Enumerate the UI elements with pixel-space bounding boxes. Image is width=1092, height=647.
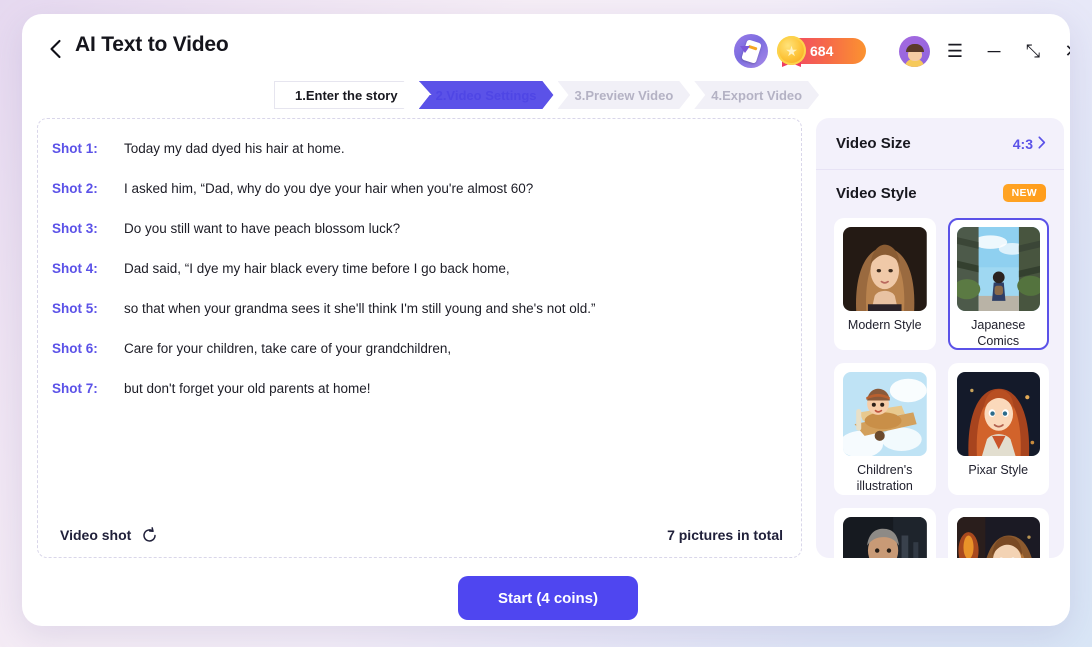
shot-text: Today my dad dyed his hair at home. [124, 140, 345, 156]
coin-count: 684 [810, 43, 834, 59]
shot-row[interactable]: Shot 2: I asked him, “Dad, why do you dye… [52, 177, 789, 199]
story-panel-footer: Video shot 7 pictures in total [38, 513, 801, 557]
step-tab-label: 1.Enter the story [295, 87, 398, 103]
step-tab-label: 2.Video Settings [435, 87, 537, 103]
style-thumbnail [956, 517, 1040, 558]
video-size-label: Video Size [836, 135, 911, 152]
style-thumbnail [843, 372, 927, 456]
shot-row[interactable]: Shot 3: Do you still want to have peach b… [52, 217, 789, 239]
video-size-value: 4:3 [1012, 135, 1033, 152]
step-tab-label: 3.Preview Video [574, 87, 674, 103]
stepper: 1.Enter the story 2.Video Settings 3.Previ… [274, 81, 823, 109]
chevron-right-icon [1038, 135, 1046, 152]
shot-label: Shot 6: [52, 340, 98, 356]
video-style-row: Video Style NEW [816, 170, 1064, 216]
avatar[interactable] [899, 36, 930, 67]
style-card[interactable]: Modern Style [834, 218, 936, 350]
style-card[interactable] [834, 508, 936, 558]
expand-icon[interactable]: ⤡ [1021, 36, 1045, 66]
chevron-left-icon [49, 39, 62, 59]
style-card[interactable]: Pixar Style [947, 363, 1049, 495]
step-tab-3[interactable]: 3.Preview Video [558, 81, 691, 109]
title-bar: AI Text to Video 684 ★ ☰ ─ ⤡ ✕ [22, 14, 1070, 84]
shot-row[interactable]: Shot 5: so that when your grandma sees it… [52, 297, 789, 319]
video-style-grid: Modern Style Japanese Comics Children's il… [834, 218, 1049, 558]
shot-label: Shot 5: [52, 300, 98, 316]
style-name: Modern Style [847, 318, 922, 332]
avatar-face-shape [905, 44, 924, 61]
step-tab-4[interactable]: 4.Export Video [694, 81, 819, 109]
style-name: Pixar Style [968, 463, 1029, 477]
start-button[interactable]: Start (4 coins) [458, 576, 638, 620]
mobile-download-icon[interactable] [734, 34, 768, 68]
shot-label: Shot 7: [52, 380, 98, 396]
shot-row[interactable]: Shot 4: Dad said, “I dye my hair black ev… [52, 257, 789, 279]
star-glyph: ★ [785, 42, 798, 59]
shot-label: Shot 3: [52, 220, 98, 236]
video-style-label: Video Style [836, 184, 917, 202]
shot-text: but don't forget your old parents at hom… [124, 380, 371, 396]
style-name: Japanese Comics [971, 318, 1026, 348]
video-size-row[interactable]: Video Size 4:3 [816, 118, 1064, 170]
page-title: AI Text to Video [75, 33, 229, 56]
shot-text: Do you still want to have peach blossom … [124, 220, 401, 236]
shot-text: so that when your grandma sees it she'll… [124, 300, 596, 316]
style-thumbnail [956, 227, 1040, 311]
style-card[interactable]: Children's illustration [834, 363, 936, 495]
status-badge: NEW [1002, 184, 1046, 202]
shot-text: Care for your children, take care of you… [124, 340, 452, 356]
style-thumbnail [843, 517, 927, 558]
shot-label: Shot 1: [52, 140, 98, 156]
shot-text: Dad said, “I dye my hair black every tim… [124, 260, 510, 276]
minimize-icon[interactable]: ─ [982, 36, 1006, 66]
style-card[interactable] [947, 508, 1049, 558]
style-name: Children's illustration [856, 463, 913, 493]
video-shot-label: Video shot [60, 527, 132, 543]
avatar-hair-shape [905, 44, 924, 52]
shot-row[interactable]: Shot 1: Today my dad dyed his hair at hom… [52, 137, 789, 159]
step-tab-1[interactable]: 1.Enter the story [274, 81, 415, 109]
total-pictures-count: 7 pictures in total [667, 527, 783, 543]
story-shot-list-panel: Shot 1: Today my dad dyed his hair at hom… [37, 118, 802, 558]
step-tab-2[interactable]: 2.Video Settings [419, 81, 554, 109]
shot-label: Shot 4: [52, 260, 98, 276]
close-icon[interactable]: ✕ [1060, 36, 1070, 66]
style-thumbnail [843, 227, 927, 311]
back-button[interactable] [40, 34, 70, 64]
video-size-value-group[interactable]: 4:3 [1013, 136, 1046, 152]
settings-panel: Video Size 4:3 Video Style NEW Modern St… [816, 118, 1064, 558]
shot-row[interactable]: Shot 7: but don't forget your old parents… [52, 377, 789, 399]
medal-disc-shape: ★ [777, 36, 806, 65]
app-window: AI Text to Video 684 ★ ☰ ─ ⤡ ✕ 1.Ente [22, 14, 1070, 626]
hamburger-menu-icon[interactable]: ☰ [943, 36, 967, 66]
video-shot-group: Video shot [60, 526, 158, 544]
medal-star-icon: ★ [774, 33, 810, 69]
refresh-icon[interactable] [141, 526, 158, 544]
shot-label: Shot 2: [52, 180, 98, 196]
style-card[interactable]: Japanese Comics [947, 218, 1049, 350]
download-arrow-shape [740, 46, 750, 53]
step-tab-label: 4.Export Video [711, 87, 803, 103]
shot-text: I asked him, “Dad, why do you dye your h… [124, 180, 534, 196]
style-thumbnail [956, 372, 1040, 456]
shot-row[interactable]: Shot 6: Care for your children, take care… [52, 337, 789, 359]
